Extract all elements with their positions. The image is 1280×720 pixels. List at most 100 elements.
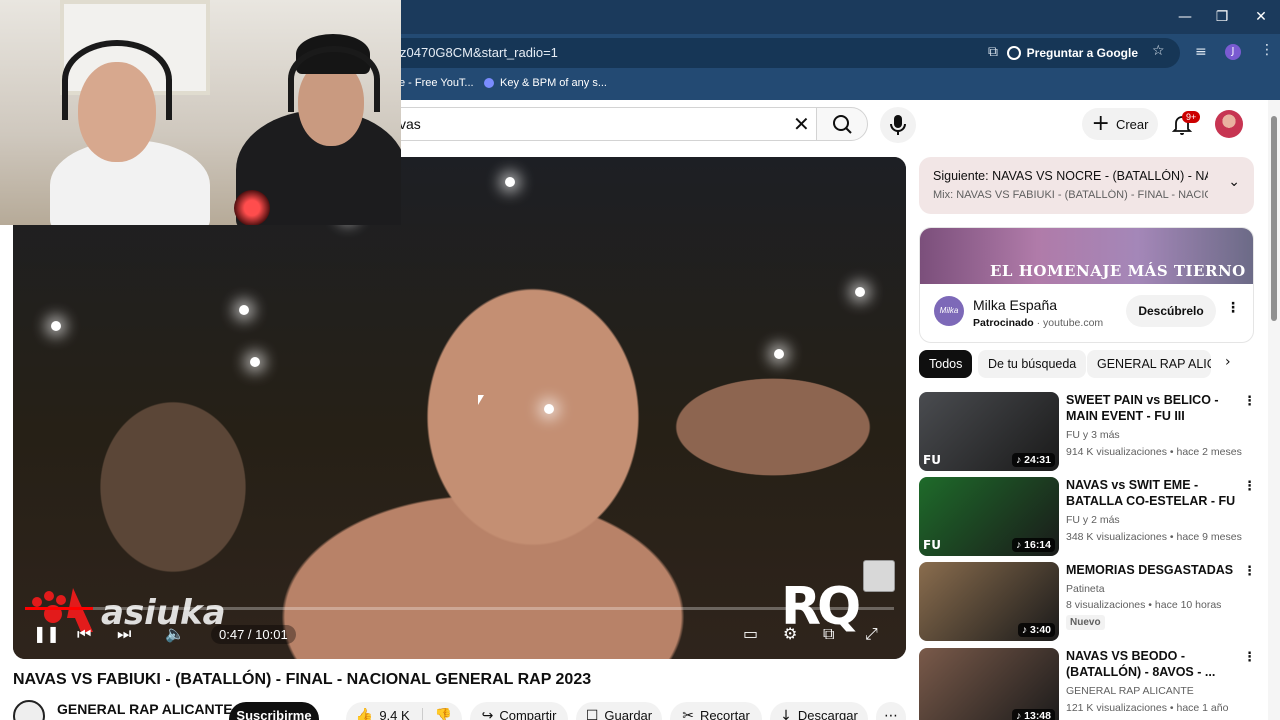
bookmark-item[interactable]: e - Free YouT... — [399, 77, 474, 89]
create-label: Crear — [1115, 116, 1149, 132]
scrollbar-thumb[interactable] — [1271, 116, 1277, 321]
chip-all[interactable]: Todos — [919, 350, 973, 378]
notifications-count-badge: 9+ — [1182, 111, 1201, 123]
advertiser-name: Milka España — [973, 297, 1058, 313]
kebab-menu-icon[interactable]: ⋮ — [1243, 394, 1256, 409]
fullscreen-icon[interactable]: ⤢ — [865, 624, 878, 644]
mix-title: Mix: NAVAS VS FABIUKI - (BATALLÓN) - FIN… — [933, 189, 1208, 201]
ask-google-button[interactable]: Preguntar a Google — [1006, 43, 1138, 63]
voice-search-button[interactable] — [880, 107, 916, 143]
list-item[interactable]: ♪ 3:40 MEMORIAS DESGASTADAS Patineta 8 v… — [919, 562, 1264, 642]
bookmark-item[interactable]: Key & BPM of any s... — [484, 77, 607, 89]
duration-badge: ♪ 16:14 — [1011, 538, 1055, 552]
video-title[interactable]: NAVAS vs SWIT EME - BATALLA CO-ESTELAR -… — [1066, 477, 1241, 511]
like-count[interactable]: 9,4 K — [379, 708, 409, 720]
video-thumbnail[interactable]: FU ♪ 24:31 — [919, 392, 1059, 471]
minimize-button[interactable]: — — [1172, 6, 1198, 28]
pause-button[interactable]: ❚❚ — [33, 624, 60, 643]
duration-badge: ♪ 24:31 — [1011, 453, 1055, 467]
kebab-menu-icon[interactable]: ⋮ — [1226, 300, 1240, 316]
ad-cta-button[interactable]: Descúbrelo — [1126, 295, 1216, 327]
kebab-menu-icon[interactable]: ⋮ — [1243, 650, 1256, 665]
save-button[interactable]: ☐ Guardar — [576, 702, 662, 720]
previous-button[interactable]: ⏮ — [77, 624, 91, 644]
more-icon: ⋯ — [884, 708, 898, 720]
like-icon[interactable]: 👍 — [356, 708, 373, 720]
video-title[interactable]: MEMORIAS DESGASTADAS — [1066, 562, 1241, 578]
search-button[interactable] — [816, 107, 868, 141]
up-next-panel[interactable]: Siguiente: NAVAS VS NOCRE - (BATALLÓN) -… — [919, 157, 1254, 214]
search-input[interactable]: vas ✕ — [360, 107, 816, 141]
screen: — ❐ ✕ z0470G8CM&start_radio=1 ⧉ Pregunta… — [0, 0, 1280, 720]
video-player[interactable]: asiuka RQ ❚❚ ⏮ ⏭ 🔈 0:47 / 10:01 ▭ ⚙ ⧉ ⤢ — [13, 157, 906, 659]
share-label: Compartir — [499, 708, 557, 720]
settings-gear-icon[interactable]: ⚙ — [783, 624, 797, 643]
webcam-overlay — [0, 0, 401, 225]
cast-icon[interactable]: ⧉ — [988, 44, 998, 60]
media-controls-icon[interactable]: ≡ — [1195, 44, 1207, 60]
up-next-title: Siguiente: NAVAS VS NOCRE - (BATALLÓN) -… — [933, 169, 1208, 183]
bookmark-star-icon[interactable]: ☆ — [1152, 43, 1165, 59]
kebab-menu-icon[interactable]: ⋮ — [1243, 479, 1256, 494]
channel-avatar[interactable] — [13, 700, 45, 720]
list-item[interactable]: ♪ 13:48 NAVAS VS BEODO - (BATALLÓN) - 8A… — [919, 648, 1264, 720]
share-button[interactable]: ↪ Compartir — [470, 702, 568, 720]
subtitles-icon[interactable]: ▭ — [743, 624, 758, 643]
search-query: vas — [399, 116, 421, 132]
list-item[interactable]: FU ♪ 24:31 SWEET PAIN vs BELICO - MAIN E… — [919, 392, 1264, 472]
subscribe-button[interactable]: Suscribirme — [229, 702, 319, 720]
sponsored-ad-card[interactable]: EL HOMENAJE MÁS TIERNO Milka Milka Españ… — [919, 227, 1254, 343]
clear-search-icon[interactable]: ✕ — [793, 112, 810, 136]
video-thumbnail[interactable]: ♪ 3:40 — [919, 562, 1059, 641]
kebab-menu-icon[interactable]: ⋮ — [1243, 564, 1256, 579]
address-bar[interactable]: z0470G8CM&start_radio=1 ⧉ Preguntar a Go… — [380, 38, 1180, 68]
volume-icon[interactable]: 🔈 — [165, 624, 185, 643]
fu-logo-icon: FU — [923, 538, 941, 552]
url-text[interactable]: z0470G8CM&start_radio=1 — [400, 45, 558, 60]
time-display: 0:47 / 10:01 — [211, 625, 296, 644]
video-title[interactable]: NAVAS VS BEODO - (BATALLÓN) - 8AVOS - ..… — [1066, 648, 1241, 680]
maximize-button[interactable]: ❐ — [1209, 6, 1235, 28]
video-thumbnail[interactable]: FU ♪ 16:14 — [919, 477, 1059, 556]
clip-button[interactable]: ✂ Recortar — [670, 702, 762, 720]
save-icon: ☐ — [585, 708, 599, 720]
crowd-light — [51, 321, 61, 331]
dislike-icon[interactable]: 👎 — [435, 708, 452, 720]
ask-google-label: Preguntar a Google — [1026, 46, 1138, 60]
video-thumbnail[interactable]: ♪ 13:48 — [919, 648, 1059, 720]
video-channel: FU y 3 más — [1066, 429, 1120, 441]
profile-avatar[interactable]: J — [1225, 44, 1241, 60]
page-scrollbar[interactable] — [1268, 100, 1280, 720]
video-title[interactable]: SWEET PAIN vs BELICO - MAIN EVENT - FU I… — [1066, 392, 1241, 426]
progress-bar[interactable] — [25, 607, 894, 610]
chip-from-search[interactable]: De tu búsqueda — [978, 350, 1087, 378]
list-item[interactable]: FU ♪ 16:14 NAVAS vs SWIT EME - BATALLA C… — [919, 477, 1264, 557]
microphone-light-icon — [234, 190, 270, 225]
kebab-menu-icon[interactable]: ⋮ — [1260, 42, 1274, 58]
divider — [421, 708, 423, 720]
crest-watermark-icon — [863, 560, 895, 592]
crowd-light — [855, 287, 865, 297]
crowd-light — [505, 177, 515, 187]
video-stats: 914 K visualizaciones • hace 2 meses — [1066, 446, 1242, 458]
like-dislike-group: 👍 9,4 K 👎 — [346, 702, 462, 720]
chevron-down-icon[interactable]: ⌄ — [1228, 174, 1240, 190]
channel-name[interactable]: GENERAL RAP ALICANTE — [57, 701, 233, 717]
more-actions-button[interactable]: ⋯ — [876, 702, 906, 720]
duration-badge: ♪ 3:40 — [1017, 623, 1055, 637]
download-button[interactable]: ↓ Descargar — [770, 702, 868, 720]
close-window-button[interactable]: ✕ — [1248, 6, 1274, 28]
video-channel: GENERAL RAP ALICANTE — [1066, 685, 1194, 697]
new-badge: Nuevo — [1066, 615, 1105, 630]
next-button[interactable]: ⏭ — [117, 624, 131, 644]
crowd-light — [239, 305, 249, 315]
chevron-right-icon[interactable]: › — [1225, 354, 1231, 370]
ad-banner-image[interactable]: EL HOMENAJE MÁS TIERNO — [920, 228, 1253, 284]
google-lens-icon — [1006, 46, 1021, 60]
create-button[interactable]: + Crear — [1082, 108, 1158, 140]
duration-badge: ♪ 13:48 — [1011, 709, 1055, 720]
miniplayer-icon[interactable]: ⧉ — [823, 624, 834, 644]
crowd-light — [774, 349, 784, 359]
chip-channel[interactable]: GENERAL RAP ALICA — [1087, 350, 1211, 378]
account-avatar[interactable] — [1215, 110, 1243, 138]
